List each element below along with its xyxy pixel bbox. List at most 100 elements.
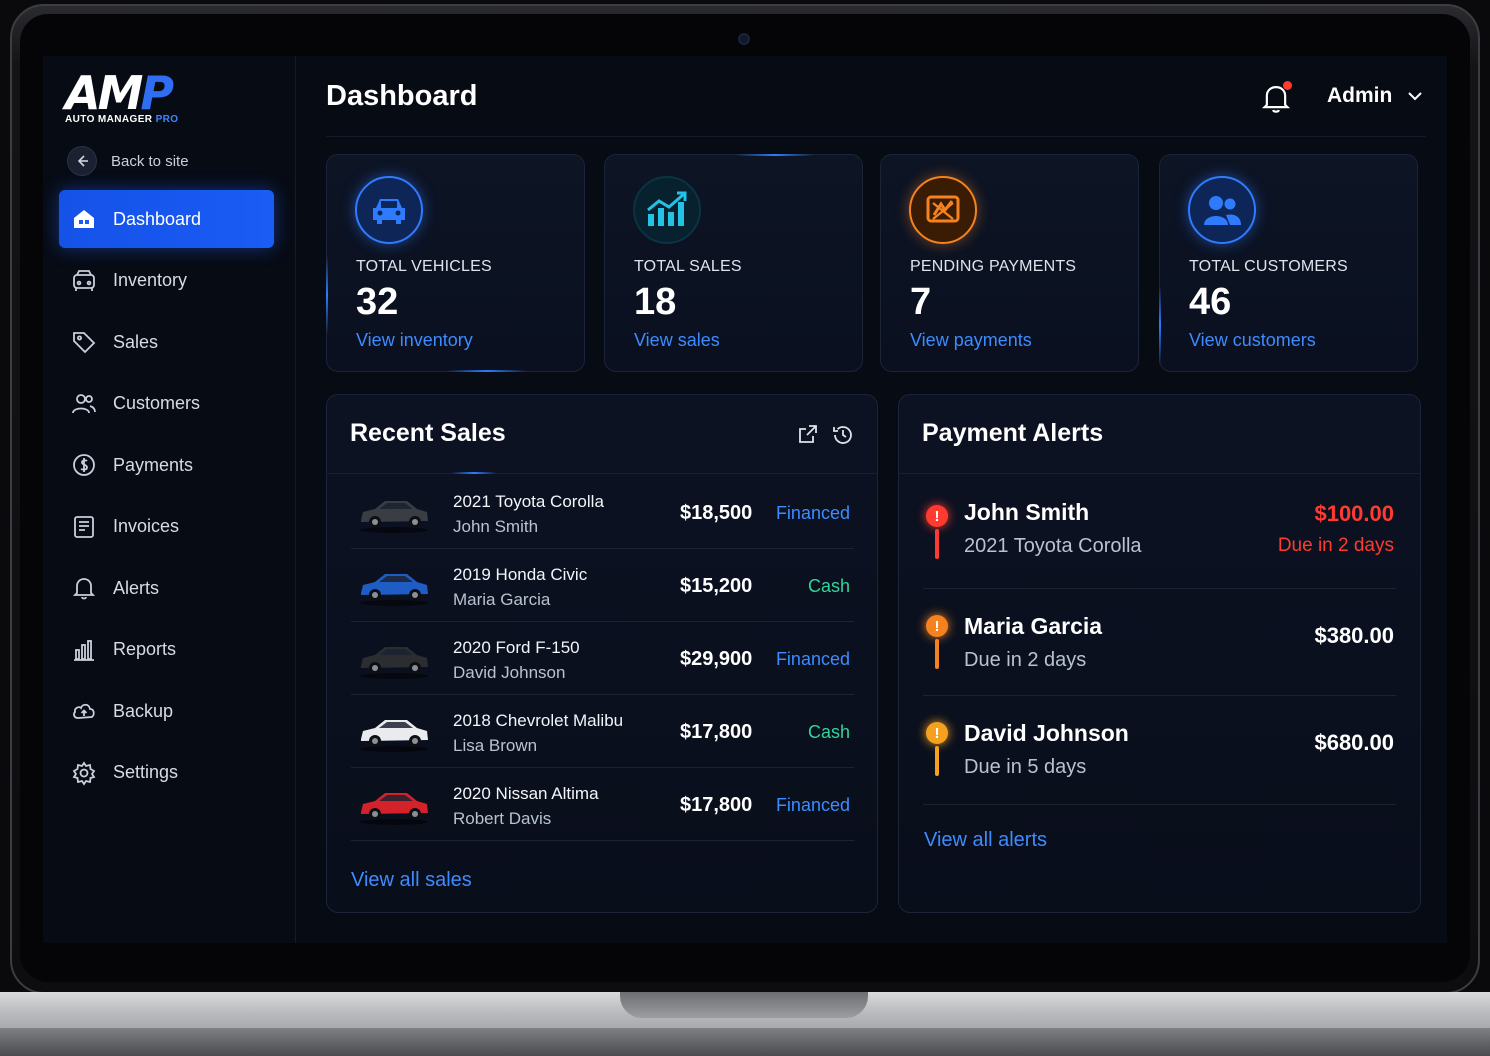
card-glow [735, 154, 815, 156]
growth-chart-icon [633, 176, 701, 244]
app-logo[interactable]: AMP AUTO MANAGER PRO [65, 70, 178, 125]
card-glow [326, 255, 328, 335]
car-thumbnail-icon [360, 501, 428, 533]
user-menu[interactable]: Admin [1327, 84, 1423, 108]
sidebar: AMP AUTO MANAGER PRO Back to site Dashbo… [43, 56, 296, 943]
severity-bar [935, 746, 939, 776]
stat-value: 32 [356, 281, 399, 323]
sale-price: $17,800 [680, 794, 753, 816]
back-label: Back to site [111, 152, 189, 170]
sale-row[interactable]: 2019 Honda Civic Maria Garcia $15,200 Cash [351, 549, 854, 622]
view-customers-link[interactable]: View customers [1189, 330, 1316, 351]
sale-price: $17,800 [680, 721, 753, 743]
sidebar-item-label: Settings [113, 762, 179, 782]
sale-row[interactable]: 2018 Chevrolet Malibu Lisa Brown $17,800 Ca… [351, 695, 854, 768]
gear-icon [72, 760, 96, 786]
notifications-button[interactable] [1261, 81, 1292, 114]
sidebar-item-settings[interactable]: Settings [59, 744, 274, 802]
view-inventory-link[interactable]: View inventory [356, 330, 473, 351]
sidebar-nav: Dashboard Inventory Sales Customers Paym… [59, 190, 274, 805]
sale-status-badge: Financed [775, 503, 850, 523]
panel-glow [451, 472, 497, 474]
recent-sales-panel: Recent Sales 2021 Toyota Corolla John Smi… [326, 394, 878, 913]
panel-actions [797, 423, 855, 447]
sidebar-item-sales[interactable]: Sales [59, 313, 274, 371]
bell-icon [72, 578, 96, 600]
laptop-hinge-notch [620, 992, 868, 1018]
back-to-site-link[interactable]: Back to site [67, 146, 189, 176]
header-divider [326, 136, 1426, 137]
screen: AMP AUTO MANAGER PRO Back to site Dashbo… [43, 56, 1447, 943]
alert-detail: 2021 Toyota Corolla [964, 535, 1142, 557]
alert-customer-name: John Smith [964, 499, 1090, 525]
sidebar-item-inventory[interactable]: Inventory [59, 252, 274, 310]
stat-value: 46 [1189, 281, 1232, 323]
payment-alert-row[interactable]: ! David Johnson Due in 5 days $680.00 [923, 696, 1396, 805]
sale-row[interactable]: 2021 Toyota Corolla John Smith $18,500 Fina… [351, 476, 854, 549]
view-all-sales-link[interactable]: View all sales [351, 869, 472, 892]
webcam [738, 33, 750, 45]
sale-customer: Maria Garcia [453, 590, 551, 609]
sidebar-item-label: Customers [113, 393, 201, 413]
sidebar-item-invoices[interactable]: Invoices [59, 498, 274, 556]
severity-bar [935, 529, 939, 559]
card-glow [1159, 285, 1161, 365]
user-name: Admin [1327, 84, 1393, 107]
history-icon[interactable] [831, 423, 855, 447]
chevron-down-icon [1408, 91, 1423, 100]
car-thumbnail-icon [360, 793, 428, 825]
sidebar-item-label: Inventory [113, 270, 188, 290]
sale-status-badge: Financed [775, 649, 850, 669]
sidebar-item-backup[interactable]: Backup [59, 682, 274, 740]
payment-alert-row[interactable]: ! John Smith 2021 Toyota Corolla $100.00 Due… [923, 475, 1396, 589]
sale-status-badge: Cash [807, 722, 850, 742]
sidebar-item-customers[interactable]: Customers [59, 375, 274, 433]
sale-model: 2019 Honda Civic [453, 565, 588, 584]
sale-customer: David Johnson [453, 663, 566, 682]
payment-alert-row[interactable]: ! Maria Garcia Due in 2 days $380.00 [923, 589, 1396, 696]
stat-label: PENDING PAYMENTS [910, 258, 1077, 275]
dashboard-icon [74, 210, 94, 228]
dollar-icon [73, 454, 95, 476]
stat-label: TOTAL CUSTOMERS [1189, 258, 1348, 275]
sale-model: 2020 Nissan Altima [453, 784, 599, 803]
alert-exclamation-icon: ! [926, 722, 948, 744]
stat-card-vehicles[interactable]: TOTAL VEHICLES 32 View inventory [326, 154, 585, 372]
logo-subtitle: AUTO MANAGER PRO [65, 114, 179, 125]
sale-status-badge: Financed [775, 795, 850, 815]
sale-status-badge: Cash [807, 576, 850, 596]
sidebar-item-alerts[interactable]: Alerts [59, 559, 274, 617]
car-icon [355, 176, 423, 244]
alert-amount: $680.00 [1314, 730, 1394, 755]
sale-customer: Lisa Brown [453, 736, 538, 755]
stat-value: 18 [634, 281, 677, 323]
alert-due-text: Due in 2 days [1277, 535, 1394, 556]
external-link-icon[interactable] [797, 423, 819, 445]
sale-row[interactable]: 2020 Ford F-150 David Johnson $29,900 Finan… [351, 622, 854, 695]
car-thumbnail-icon [360, 574, 428, 606]
sale-model: 2020 Ford F-150 [453, 638, 580, 657]
view-sales-link[interactable]: View sales [634, 330, 720, 351]
invoice-icon [74, 515, 94, 538]
stat-card-customers[interactable]: TOTAL CUSTOMERS 46 View customers [1159, 154, 1418, 372]
sale-row[interactable]: 2020 Nissan Altima Robert Davis $17,800 Fin… [351, 768, 854, 841]
arrow-left-icon [67, 146, 97, 176]
sidebar-item-label: Dashboard [113, 208, 202, 229]
sale-price: $18,500 [680, 502, 753, 524]
stat-card-sales[interactable]: TOTAL SALES 18 View sales [604, 154, 863, 372]
sidebar-item-dashboard[interactable]: Dashboard [59, 190, 274, 248]
view-payments-link[interactable]: View payments [910, 330, 1032, 351]
sidebar-item-reports[interactable]: Reports [59, 621, 274, 679]
view-all-alerts-link[interactable]: View all alerts [924, 829, 1047, 852]
panel-title: Payment Alerts [922, 419, 1104, 447]
severity-bar [935, 639, 939, 669]
alert-amount: $380.00 [1314, 623, 1394, 648]
sidebar-item-payments[interactable]: Payments [59, 436, 274, 494]
payment-alert-icon [909, 176, 977, 244]
notification-badge [1283, 81, 1292, 90]
stat-label: TOTAL SALES [634, 258, 742, 275]
logo-mark: AMP [65, 66, 174, 120]
stat-card-payments[interactable]: PENDING PAYMENTS 7 View payments [880, 154, 1139, 372]
cloud-icon [73, 703, 95, 719]
alert-detail: Due in 5 days [964, 756, 1087, 778]
